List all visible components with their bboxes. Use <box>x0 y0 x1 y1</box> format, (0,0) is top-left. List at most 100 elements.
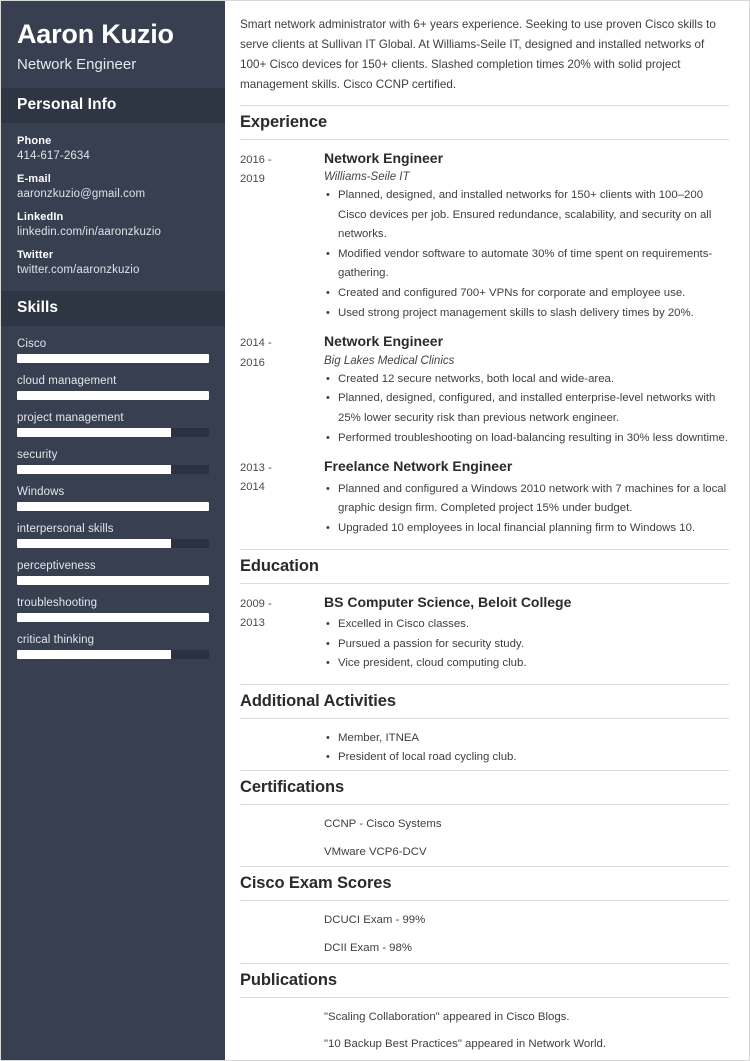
entry-organization: Big Lakes Medical Clinics <box>324 354 455 367</box>
contact-label-linkedin: LinkedIn <box>17 211 64 224</box>
entry-date-range: 2013 - 2014 <box>240 458 324 498</box>
skill-label: Cisco <box>17 338 47 351</box>
experience-entry: 2016 - 2019 Network Engineer Williams-Se… <box>240 150 729 324</box>
skill-item: security <box>17 449 209 475</box>
bullet-item: Planned, designed, and installed network… <box>324 186 729 245</box>
skill-item: Cisco <box>17 338 209 364</box>
bullet-item: Created and configured 700+ VPNs for cor… <box>324 284 729 304</box>
entry-bullet-list: Created 12 secure networks, both local a… <box>324 370 729 448</box>
publication-item: "10 Backup Best Practices" appeared in N… <box>324 1038 607 1051</box>
certification-item: VMware VCP6-DCV <box>324 845 427 858</box>
bullet-item: Pursued a passion for security study. <box>324 635 729 655</box>
entry-title: Network Engineer <box>324 149 444 166</box>
bullet-item: Used strong project management skills to… <box>324 304 729 324</box>
section-publications: Publications "Scaling Collaboration" app… <box>240 962 729 1055</box>
entry-bullet-list: Planned and configured a Windows 2010 ne… <box>324 480 729 539</box>
contact-value-twitter[interactable]: twitter.com/aaronzkuzio <box>17 264 209 276</box>
skill-label: troubleshooting <box>17 597 98 610</box>
main-content: Smart network administrator with 6+ year… <box>225 1 749 1060</box>
exam-score-item: DCUCI Exam - 99% <box>324 914 426 927</box>
education-entry: 2009 - 2013 BS Computer Science, Beloit … <box>240 594 729 674</box>
section-certifications: Certifications CCNP - Cisco Systems VMwa… <box>240 770 729 862</box>
entry-bullet-list: Member, ITNEA President of local road cy… <box>324 729 729 768</box>
skill-bar-fill <box>17 502 209 512</box>
bullet-item: Performed troubleshooting on load-balanc… <box>324 429 729 449</box>
contact-label-phone: Phone <box>17 135 52 148</box>
name-block: Aaron Kuzio Network Engineer <box>1 1 225 88</box>
skills-list: Cisco cloud management project managemen… <box>1 326 225 675</box>
skill-bar-fill <box>17 354 209 364</box>
skill-bar-fill <box>17 613 209 623</box>
entry-date-from: 2009 - <box>240 597 272 610</box>
bullet-item: Planned and configured a Windows 2010 ne… <box>324 480 729 519</box>
section-heading-publications: Publications <box>240 962 729 998</box>
section-heading-experience: Experience <box>240 104 729 140</box>
entry-date-to: 2016 <box>240 356 265 369</box>
skill-bar-fill <box>17 428 171 438</box>
contact-label-twitter: Twitter <box>17 249 54 262</box>
skill-bar-fill <box>17 391 209 401</box>
skill-item: project management <box>17 412 209 438</box>
entry-body: Freelance Network Engineer Planned and c… <box>324 458 729 538</box>
sidebar: Aaron Kuzio Network Engineer Personal In… <box>1 1 225 1060</box>
skill-bar-track <box>17 428 209 438</box>
publication-item: "Scaling Collaboration" appeared in Cisc… <box>324 1010 570 1023</box>
bullet-item: Upgraded 10 employees in local financial… <box>324 519 729 539</box>
personal-info-list: Phone 414-617-2634 E-mail aaronzkuzio@gm… <box>1 123 225 291</box>
contact-value-phone[interactable]: 414-617-2634 <box>17 150 209 162</box>
entry-bullet-list: Excelled in Cisco classes. Pursued a pas… <box>324 615 729 674</box>
skill-bar-track <box>17 650 209 660</box>
summary-paragraph: Smart network administrator with 6+ year… <box>240 18 716 92</box>
skill-bar-fill <box>17 539 171 549</box>
skill-bar-track <box>17 502 209 512</box>
entry-title: Network Engineer <box>324 333 444 350</box>
section-heading-cisco-exam-scores: Cisco Exam Scores <box>240 866 729 902</box>
entry-date-to: 2013 <box>240 616 265 629</box>
entry-body: Network Engineer Big Lakes Medical Clini… <box>324 333 729 448</box>
skill-label: perceptiveness <box>17 560 96 573</box>
certifications-list: CCNP - Cisco Systems VMware VCP6-DCV <box>240 815 729 862</box>
entry-organization: Williams-Seile IT <box>324 171 410 183</box>
skill-bar-track <box>17 465 209 475</box>
section-additional-activities: Additional Activities Member, ITNEA Pres… <box>240 683 729 768</box>
entry-date-range: 2014 - 2016 <box>240 333 324 373</box>
experience-entry: 2014 - 2016 Network Engineer Big Lakes M… <box>240 333 729 448</box>
contact-item-phone: Phone 414-617-2634 <box>17 135 209 162</box>
contact-value-linkedin[interactable]: linkedin.com/in/aaronzkuzio <box>17 226 209 238</box>
skill-bar-track <box>17 576 209 586</box>
skill-item: troubleshooting <box>17 597 209 623</box>
entry-date-from: 2013 - <box>240 462 272 475</box>
bullet-item: Excelled in Cisco classes. <box>324 615 729 635</box>
experience-entry: 2013 - 2014 Freelance Network Engineer P… <box>240 458 729 538</box>
contact-item-twitter: Twitter twitter.com/aaronzkuzio <box>17 249 209 276</box>
section-heading-additional-activities: Additional Activities <box>240 683 729 719</box>
skill-label: Windows <box>17 486 65 499</box>
entry-body: Network Engineer Williams-Seile IT Plann… <box>324 150 729 324</box>
sidebar-heading-skills: Skills <box>1 291 225 327</box>
skill-bar-fill <box>17 465 171 475</box>
contact-item-email: E-mail aaronzkuzio@gmail.com <box>17 173 209 200</box>
skill-bar-fill <box>17 576 209 586</box>
entry-date-range: 2016 - 2019 <box>240 150 324 190</box>
skill-item: cloud management <box>17 375 209 401</box>
skill-item: Windows <box>17 486 209 512</box>
section-heading-certifications: Certifications <box>240 770 729 806</box>
skill-label: critical thinking <box>17 634 95 647</box>
bullet-item: Member, ITNEA <box>324 729 729 749</box>
skill-bar-track <box>17 391 209 401</box>
section-cisco-exam-scores: Cisco Exam Scores DCUCI Exam - 99% DCII … <box>240 866 729 958</box>
skill-bar-track <box>17 354 209 364</box>
entry-title: BS Computer Science, Beloit College <box>324 593 572 610</box>
cisco-exam-scores-list: DCUCI Exam - 99% DCII Exam - 98% <box>240 911 729 958</box>
skill-bar-fill <box>17 650 171 660</box>
bullet-item: President of local road cycling club. <box>324 748 729 768</box>
entry-body: BS Computer Science, Beloit College Exce… <box>324 594 729 674</box>
skill-label: interpersonal skills <box>17 523 114 536</box>
entry-date-from: 2016 - <box>240 153 272 166</box>
publications-list: "Scaling Collaboration" appeared in Cisc… <box>240 1008 729 1055</box>
entry-title: Freelance Network Engineer <box>324 458 513 475</box>
skill-label: project management <box>17 412 124 425</box>
entry-date-to: 2019 <box>240 172 265 185</box>
entry-bullet-list: Planned, designed, and installed network… <box>324 186 729 323</box>
contact-value-email[interactable]: aaronzkuzio@gmail.com <box>17 188 209 200</box>
